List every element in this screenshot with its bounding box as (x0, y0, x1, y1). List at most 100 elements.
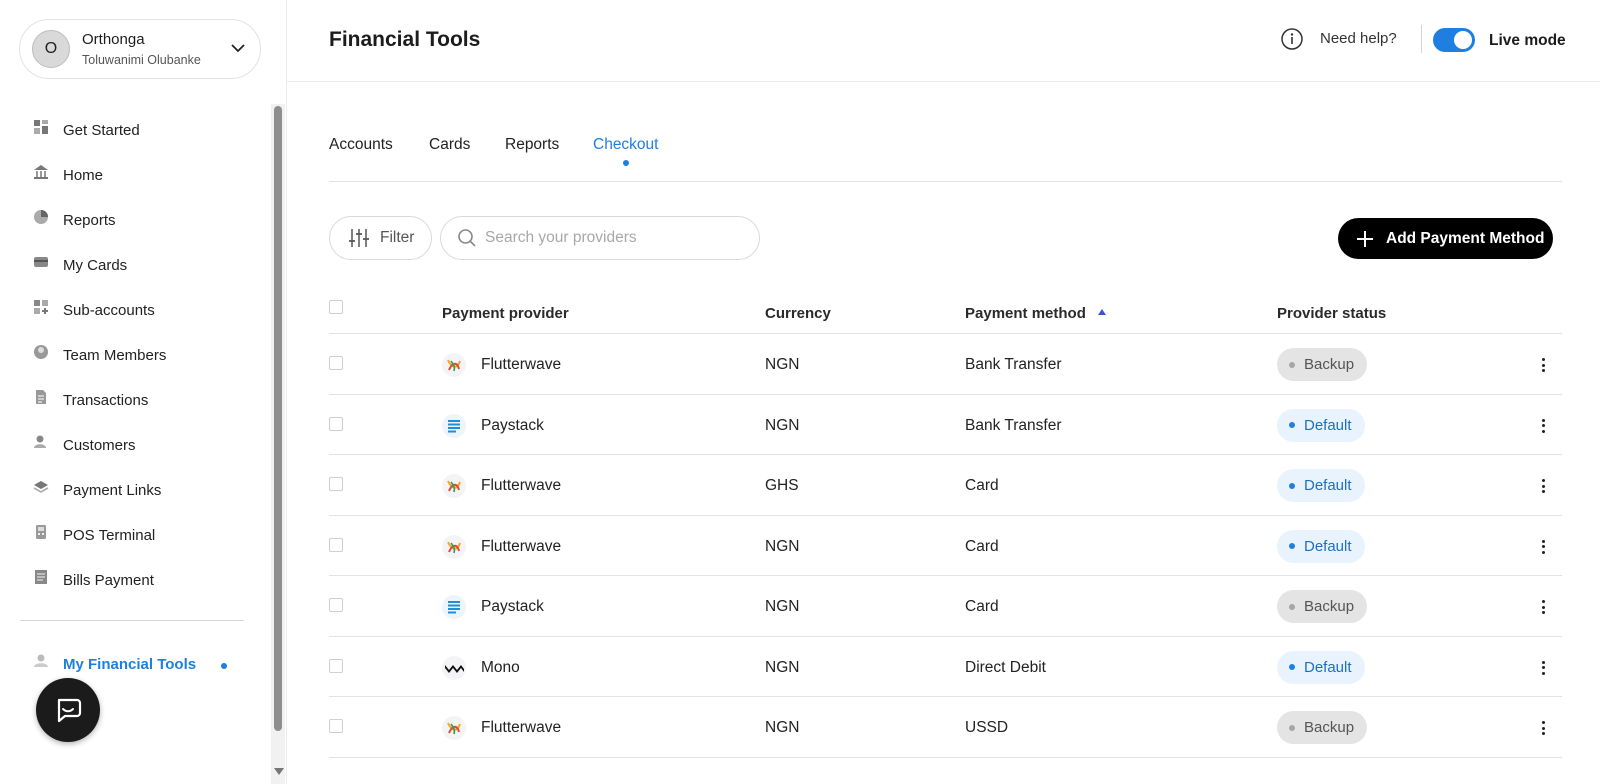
sidebar-item-label: Sub-accounts (63, 302, 155, 319)
row-checkbox[interactable] (329, 658, 343, 673)
tab-accounts[interactable]: Accounts (329, 136, 393, 154)
flutterwave-logo-icon (442, 353, 466, 377)
account-text: Orthonga Toluwanimi Olubanke (82, 31, 201, 67)
method-cell: Card (965, 598, 999, 615)
row-checkbox[interactable] (329, 416, 343, 431)
tab-checkout[interactable]: Checkout (593, 136, 658, 154)
status-dot (1289, 422, 1295, 428)
provider-name: Flutterwave (481, 537, 562, 555)
table-row: Flutterwave NGN Bank Transfer Backup (329, 334, 1562, 395)
sidebar-item-pos-terminal[interactable]: POS Terminal (0, 513, 270, 558)
add-grid-icon (33, 299, 49, 315)
status-badge: Default (1277, 408, 1365, 442)
row-menu-icon[interactable] (1535, 355, 1551, 375)
customers-icon (33, 434, 49, 450)
column-header-payment-provider[interactable]: Payment provider (442, 305, 569, 322)
top-header: Financial Tools Need help? Live mode (287, 0, 1600, 82)
sidebar-scrollbar-thumb[interactable] (274, 106, 282, 731)
row-checkbox[interactable] (329, 719, 343, 733)
row-menu-icon[interactable] (1535, 718, 1551, 738)
account-name: Orthonga (82, 31, 145, 48)
chevron-down-icon (231, 44, 245, 53)
row-checkbox[interactable] (329, 477, 343, 491)
provider-name: Flutterwave (481, 719, 562, 736)
card-icon (33, 254, 49, 270)
status-badge: Backup (1277, 348, 1368, 381)
sidebar-item-label: Transactions (63, 392, 149, 409)
row-menu-icon[interactable] (1535, 537, 1551, 557)
sidebar-nav: Get Started Home Reports My Cards Sub-ac… (0, 108, 270, 603)
method-cell: Bank Transfer (965, 356, 1062, 373)
live-mode-toggle[interactable] (1433, 28, 1475, 52)
sidebar-item-customers[interactable]: Customers (0, 423, 270, 468)
table-row: Flutterwave NGN Card Default (329, 516, 1562, 576)
status-label: Backup (1304, 719, 1355, 736)
sidebar-item-home[interactable]: Home (0, 153, 270, 198)
row-checkbox[interactable] (329, 356, 343, 370)
layers-icon (33, 479, 49, 495)
row-menu-icon[interactable] (1535, 597, 1551, 617)
table-row: Flutterwave NGN USSD Backup (329, 697, 1562, 758)
search-input[interactable] (485, 229, 735, 247)
table-row: Paystack NGN Card Backup (329, 576, 1562, 637)
method-cell: USSD (965, 719, 1009, 736)
sidebar-item-reports[interactable]: Reports (0, 198, 270, 243)
team-icon (33, 344, 49, 360)
method-cell: Bank Transfer (965, 416, 1062, 434)
account-subtitle: Toluwanimi Olubanke (82, 53, 201, 67)
tab-cards[interactable]: Cards (429, 136, 470, 154)
page-title: Financial Tools (329, 28, 481, 51)
provider-name: Paystack (481, 598, 544, 615)
grid-icon (33, 119, 49, 135)
sidebar-item-my-cards[interactable]: My Cards (0, 243, 270, 288)
status-label: Default (1304, 537, 1352, 555)
scroll-down-arrow-icon[interactable] (274, 768, 284, 775)
sidebar-item-label: My Cards (63, 257, 128, 274)
status-dot (1289, 603, 1295, 610)
row-menu-icon[interactable] (1535, 476, 1551, 496)
column-header-provider-status[interactable]: Provider status (1277, 305, 1386, 322)
row-checkbox[interactable] (329, 598, 343, 612)
bank-icon (33, 164, 49, 180)
filter-button[interactable]: Filter (329, 216, 432, 260)
live-mode-label: Live mode (1489, 32, 1566, 49)
column-header-payment-method[interactable]: Payment method (965, 305, 1106, 322)
method-cell: Direct Debit (965, 658, 1046, 676)
account-switcher[interactable]: O Orthonga Toluwanimi Olubanke (19, 19, 261, 79)
search-box (440, 216, 760, 260)
status-label: Default (1304, 658, 1352, 676)
active-tab-indicator (623, 160, 629, 166)
add-payment-method-label: Add Payment Method (1386, 229, 1545, 247)
tab-reports[interactable]: Reports (505, 136, 559, 154)
column-header-currency[interactable]: Currency (765, 305, 831, 322)
sidebar-item-payment-links[interactable]: Payment Links (0, 468, 270, 513)
paystack-logo-icon (442, 413, 466, 438)
status-label: Backup (1304, 356, 1355, 373)
status-label: Default (1304, 477, 1352, 494)
currency-cell: NGN (765, 356, 800, 373)
sidebar-item-my-financial-tools[interactable]: My Financial Tools (0, 642, 245, 687)
status-badge: Default (1277, 650, 1365, 684)
row-checkbox[interactable] (329, 537, 343, 552)
row-menu-icon[interactable] (1535, 658, 1551, 678)
sidebar-item-sub-accounts[interactable]: Sub-accounts (0, 288, 270, 333)
status-badge: Backup (1277, 590, 1368, 623)
table-row: Flutterwave GHS Card Default (329, 455, 1562, 516)
select-all-checkbox[interactable] (329, 300, 343, 314)
provider-name: Flutterwave (481, 356, 562, 373)
add-payment-method-button[interactable]: Add Payment Method (1338, 218, 1553, 259)
flutterwave-logo-icon (442, 716, 466, 740)
column-header-label: Payment method (965, 305, 1086, 322)
chat-support-button[interactable] (36, 678, 100, 742)
need-help-link[interactable]: Need help? (1320, 30, 1397, 47)
row-menu-icon[interactable] (1535, 416, 1551, 436)
sort-ascending-icon (1097, 309, 1106, 316)
currency-cell: NGN (765, 416, 800, 434)
info-icon[interactable] (1280, 27, 1304, 51)
status-badge: Backup (1277, 711, 1368, 744)
sidebar-item-bills-payment[interactable]: Bills Payment (0, 558, 270, 603)
sidebar-item-transactions[interactable]: Transactions (0, 378, 270, 423)
status-label: Backup (1304, 598, 1355, 615)
sidebar-item-get-started[interactable]: Get Started (0, 108, 270, 153)
sidebar-item-team-members[interactable]: Team Members (0, 333, 270, 378)
